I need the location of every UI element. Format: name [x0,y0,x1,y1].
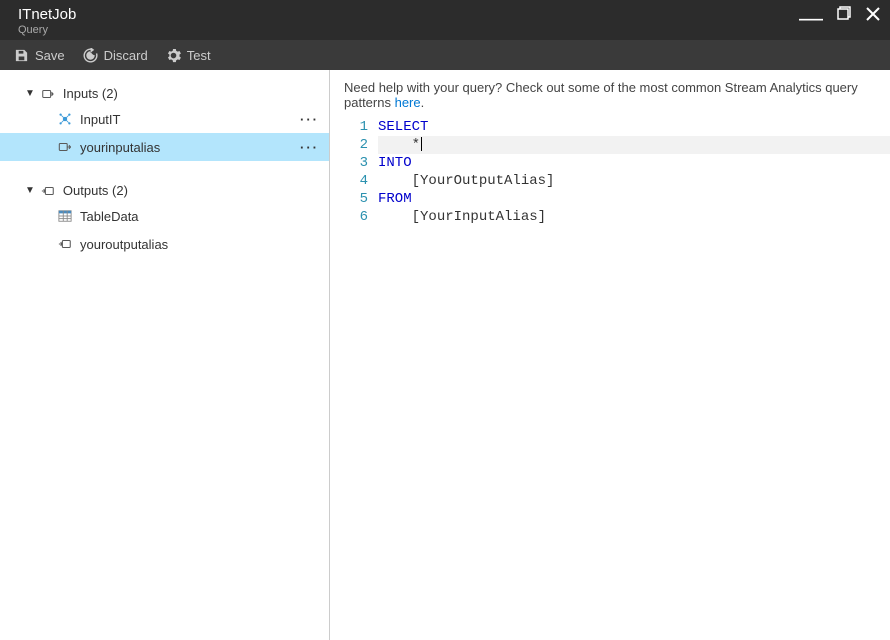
discard-icon [83,48,98,63]
chevron-down-icon: ▼ [25,88,35,99]
line-number: 2 [340,136,378,154]
input-alias-icon [58,140,72,154]
more-icon[interactable]: ··· [300,112,319,127]
editor-pane: Need help with your query? Check out som… [330,70,890,640]
inputs-group-label: Inputs (2) [63,86,118,101]
tree-item-label: yourinputalias [80,140,160,155]
save-label: Save [35,48,65,63]
code-token: * [412,137,420,153]
restore-icon[interactable] [837,6,852,24]
table-icon [58,209,72,223]
tree-item-label: TableData [80,209,139,224]
code-token: [YourInputAlias] [412,209,546,225]
discard-button[interactable]: Discard [83,48,148,63]
line-number: 3 [340,154,378,172]
output-item-tabledata[interactable]: TableData [0,202,329,230]
line-number: 4 [340,172,378,190]
more-icon[interactable]: ··· [300,140,319,155]
sidebar: ▼ Inputs (2) InputIT ··· [0,70,330,640]
titlebar: ITnetJob Query — [0,0,890,40]
output-alias-icon [58,237,72,251]
outputs-group-header[interactable]: ▼ Outputs (2) [0,179,329,202]
text-cursor [421,137,422,151]
window-subtitle: Query [18,24,76,36]
window-title: ITnetJob [18,6,76,23]
code-editor[interactable]: 1SELECT 2 * 3INTO 4 [YourOutputAlias] 5F… [340,118,890,226]
close-icon[interactable] [866,7,880,24]
inputs-group-icon [41,87,55,101]
output-item-youroutputalias[interactable]: youroutputalias [0,230,329,258]
code-token: [YourOutputAlias] [412,173,555,189]
save-button[interactable]: Save [14,48,65,63]
line-number: 5 [340,190,378,208]
code-token: INTO [378,155,412,171]
code-token: SELECT [378,119,428,135]
input-item-inputit[interactable]: InputIT ··· [0,105,329,133]
line-number: 1 [340,118,378,136]
gear-icon [166,48,181,63]
minimize-icon[interactable]: — [799,15,823,23]
save-icon [14,48,29,63]
inputs-group-header[interactable]: ▼ Inputs (2) [0,82,329,105]
chevron-down-icon: ▼ [25,185,35,196]
outputs-group-icon [41,184,55,198]
line-number: 6 [340,208,378,226]
outputs-group-label: Outputs (2) [63,183,128,198]
iot-hub-icon [58,112,72,126]
help-link[interactable]: here [395,95,421,110]
test-label: Test [187,48,211,63]
input-item-yourinputalias[interactable]: yourinputalias ··· [0,133,329,161]
main: ▼ Inputs (2) InputIT ··· [0,70,890,640]
toolbar: Save Discard Test [0,40,890,70]
code-token: FROM [378,191,412,207]
discard-label: Discard [104,48,148,63]
test-button[interactable]: Test [166,48,211,63]
help-suffix: . [421,95,425,110]
tree-item-label: youroutputalias [80,237,168,252]
help-text: Need help with your query? Check out som… [340,80,890,118]
tree-item-label: InputIT [80,112,120,127]
